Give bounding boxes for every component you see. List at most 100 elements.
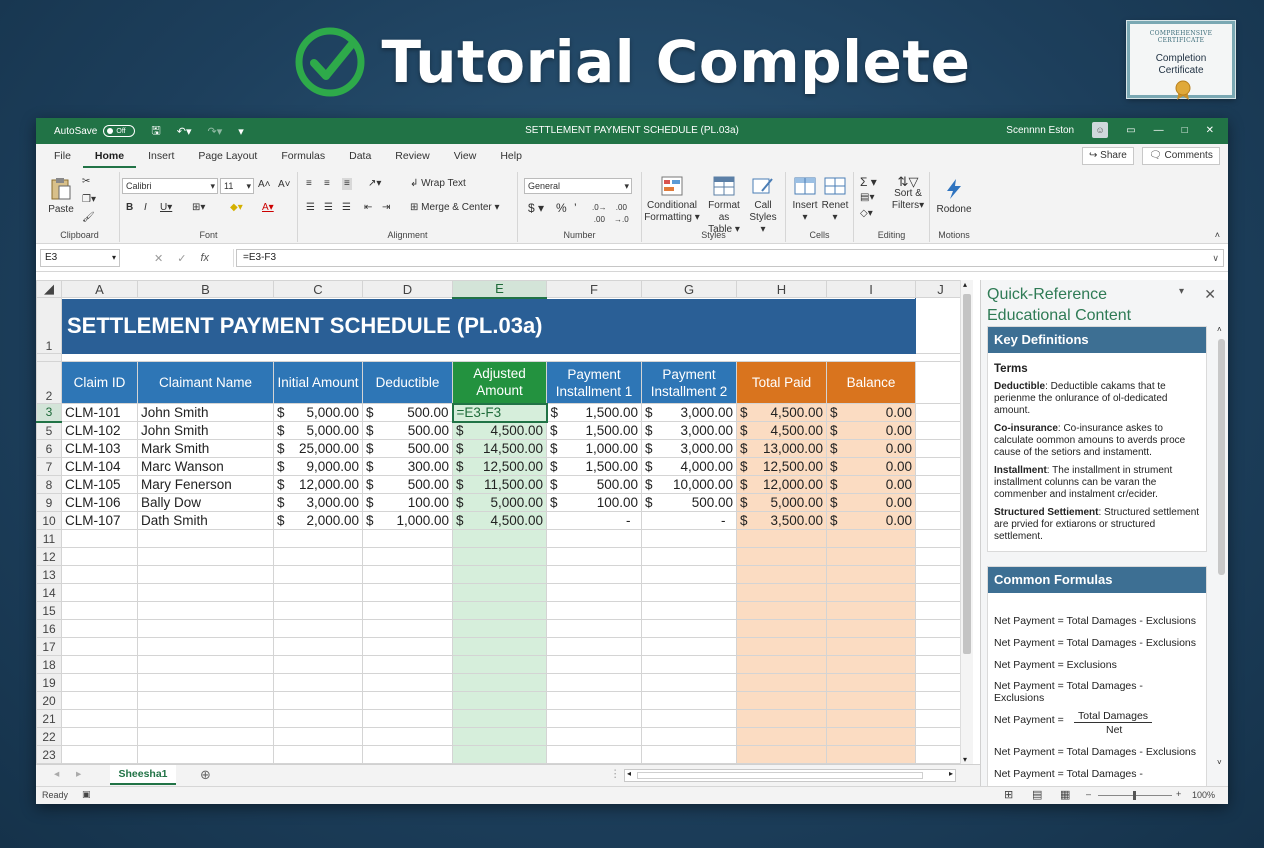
cell-payment-2[interactable]: $10,000.00 [641,475,737,494]
cell-initial-amount[interactable]: $5,000.00 [273,421,363,440]
cell-claimant-name[interactable]: John Smith [137,403,274,422]
row-header[interactable]: 10 [36,511,62,530]
cell[interactable] [452,619,547,638]
cell-payment-2[interactable]: $3,000.00 [641,439,737,458]
row-header[interactable]: 13 [36,565,62,584]
cell[interactable] [546,637,642,656]
cell[interactable] [61,547,138,566]
header-adjusted-amount[interactable]: Adjusted Amount [452,361,547,404]
tab-splitter-icon[interactable]: ⋮ [610,768,621,780]
prev-sheet-icon[interactable]: ◂ [54,768,59,780]
font-color-icon[interactable]: A▾ [262,202,274,214]
copy-icon[interactable]: ❐▾ [82,194,96,206]
fill-color-icon[interactable]: ◆▾ [230,202,243,214]
row-header[interactable]: 9 [36,493,62,512]
cell[interactable] [137,673,274,692]
cell-total-paid[interactable]: $3,500.00 [736,511,827,530]
cell[interactable] [137,547,274,566]
tab-data[interactable]: Data [337,144,383,168]
pane-scroll-thumb[interactable] [1218,339,1225,575]
sheet-title[interactable]: SETTLEMENT PAYMENT SCHEDULE (PL.03a) [61,297,916,354]
row-header[interactable]: 15 [36,601,62,620]
cell-initial-amount[interactable]: $9,000.00 [273,457,363,476]
cell[interactable] [546,727,642,746]
cell-balance[interactable]: $0.00 [826,511,916,530]
cell[interactable] [137,745,274,764]
cell[interactable] [137,583,274,602]
cell[interactable] [362,529,453,548]
select-all-corner[interactable]: ◢ [36,280,62,298]
cell-claim-id[interactable]: CLM-106 [61,493,138,512]
close-icon[interactable]: ✕ [1206,125,1214,136]
cell[interactable] [826,583,916,602]
scroll-left-icon[interactable]: ◂ [627,769,631,778]
hscroll-thumb[interactable] [637,772,923,779]
tab-view[interactable]: View [442,144,489,168]
cell[interactable] [826,637,916,656]
customize-toolbar-icon[interactable]: ▾ [238,125,244,138]
row-header[interactable]: 23 [36,745,62,764]
cell[interactable] [546,709,642,728]
column-header[interactable]: I [826,280,916,298]
cell-deductible[interactable]: $500.00 [362,421,453,440]
spreadsheet-grid[interactable]: ◢ A B C D E F G H I J 1 SETTLEMENT PAYME… [36,280,980,764]
insert-cells-button[interactable]: Insert ▾ [790,176,820,224]
underline-button[interactable]: U▾ [160,202,172,214]
page-layout-view-icon[interactable]: ▤ [1032,788,1042,801]
font-name-select[interactable]: Calibri ▾ [122,178,218,194]
header-deductible[interactable]: Deductible [362,361,453,404]
comma-icon[interactable]: ’ [574,202,577,214]
motions-button[interactable]: Rodone [934,178,974,216]
cell[interactable] [452,601,547,620]
sort-filter-button[interactable]: ⇅▽ Sort & Filters▾ [890,175,926,212]
cell[interactable] [915,529,966,548]
row-header[interactable]: 20 [36,691,62,710]
cell[interactable] [826,673,916,692]
cell[interactable] [273,673,363,692]
row-header[interactable] [36,353,62,362]
cell-initial-amount[interactable]: $2,000.00 [273,511,363,530]
cell[interactable] [452,547,547,566]
cell[interactable] [452,691,547,710]
cell[interactable] [915,421,966,440]
header-total-paid[interactable]: Total Paid [736,361,827,404]
autosum-icon[interactable]: Σ ▾ [860,176,877,188]
cell-adjusted-amount[interactable]: $12,500.00 [452,457,547,476]
pane-scroll-down-icon[interactable]: ˅ [1217,758,1222,767]
header-claimant-name[interactable]: Claimant Name [137,361,274,404]
cell-payment-1[interactable]: - [546,511,642,530]
clear-icon[interactable]: ◇▾ [860,208,873,220]
zoom-in-icon[interactable]: + [1176,789,1181,799]
cell[interactable] [915,727,966,746]
cell[interactable] [915,709,966,728]
cell[interactable] [452,745,547,764]
column-header[interactable]: J [915,280,966,298]
cell[interactable] [273,655,363,674]
cell[interactable] [826,745,916,764]
cell[interactable] [273,529,363,548]
cell-payment-1[interactable]: $1,500.00 [546,403,642,422]
cell[interactable] [736,637,827,656]
number-format-select[interactable]: General ▾ [524,178,632,194]
cell[interactable] [273,565,363,584]
cell-claim-id[interactable]: CLM-102 [61,421,138,440]
cell[interactable] [362,745,453,764]
row-header[interactable]: 2 [36,361,62,404]
tab-formulas[interactable]: Formulas [269,144,337,168]
macro-record-icon[interactable]: ▣ [82,789,91,800]
cell[interactable] [641,529,737,548]
cell[interactable] [915,673,966,692]
avatar[interactable]: ☺ [1092,122,1109,138]
cell-deductible[interactable]: $1,000.00 [362,511,453,530]
cell[interactable] [452,565,547,584]
cell-initial-amount[interactable]: $12,000.00 [273,475,363,494]
conditional-formatting-button[interactable]: Conditional Formatting ▾ [644,176,700,224]
tab-file[interactable]: File [42,144,83,168]
comments-button[interactable]: 🗨 Comments [1142,147,1220,165]
row-header[interactable]: 17 [36,637,62,656]
cell-claim-id[interactable]: CLM-104 [61,457,138,476]
cell[interactable] [273,547,363,566]
cell-balance[interactable]: $0.00 [826,457,916,476]
cell[interactable] [826,709,916,728]
cell[interactable] [273,709,363,728]
